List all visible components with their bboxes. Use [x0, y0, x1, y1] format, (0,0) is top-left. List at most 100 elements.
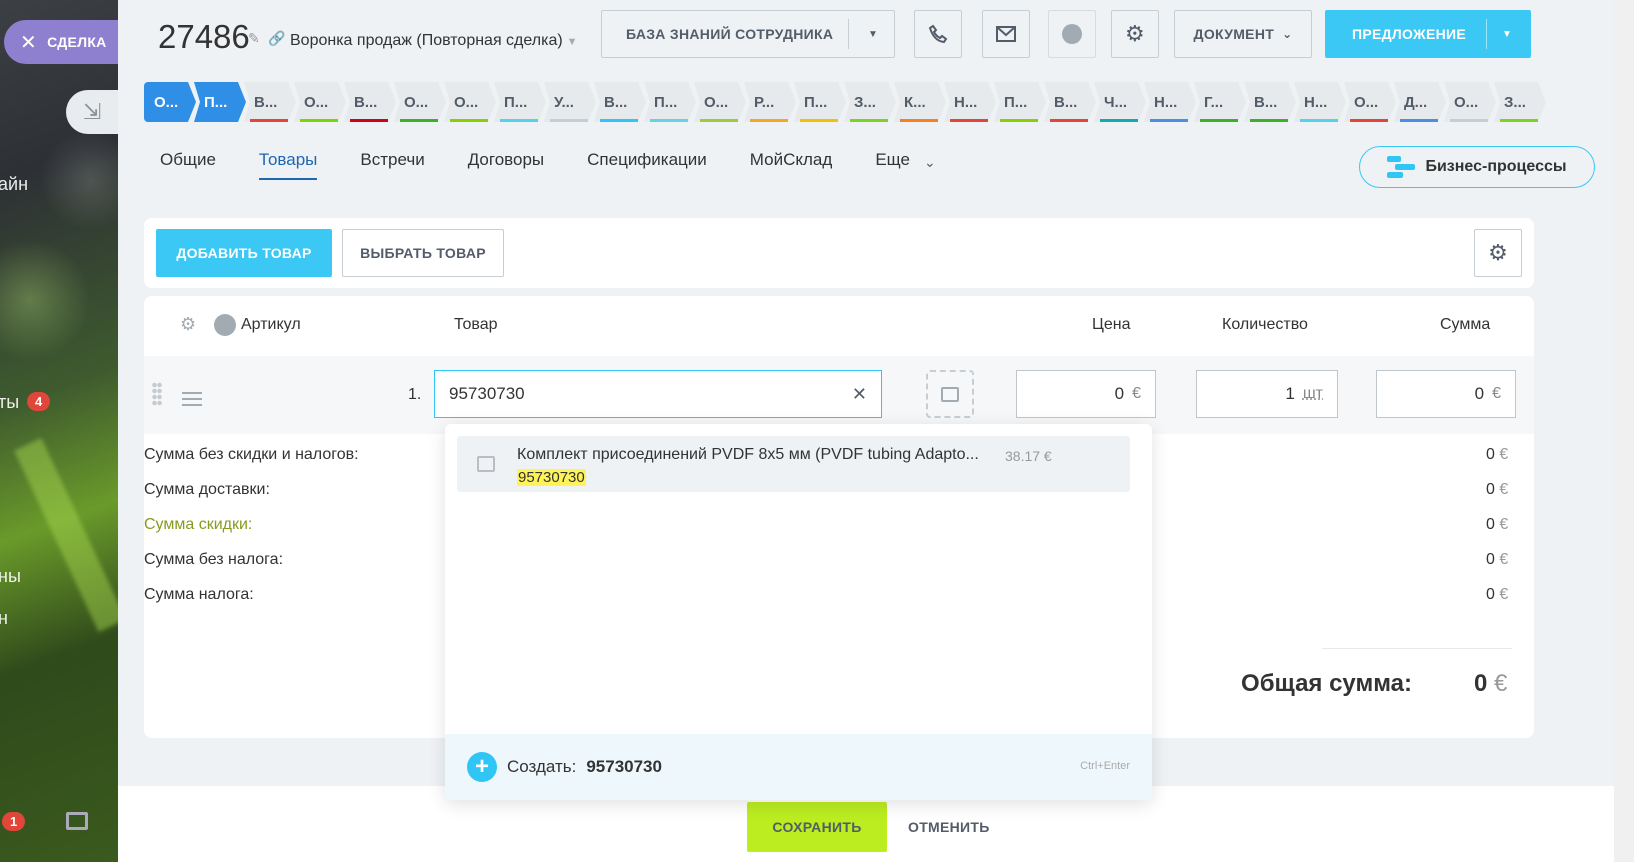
- cart-icon[interactable]: [214, 314, 236, 336]
- stage-color-bar: [1500, 119, 1538, 122]
- stage-item[interactable]: К...: [894, 82, 946, 122]
- column-settings-icon[interactable]: ⚙: [180, 314, 196, 335]
- total-value: 0 €: [1486, 446, 1509, 463]
- column-article[interactable]: Артикул: [241, 316, 301, 334]
- stage-label: З...: [1504, 93, 1526, 111]
- business-processes-button[interactable]: Бизнес-процессы: [1359, 146, 1595, 188]
- quantity-unit[interactable]: шт: [1303, 385, 1323, 403]
- stage-item[interactable]: Р...: [744, 82, 796, 122]
- stage-item[interactable]: В...: [1044, 82, 1096, 122]
- product-search-input[interactable]: 95730730 ✕: [434, 370, 882, 418]
- mail-button[interactable]: [982, 10, 1030, 58]
- add-product-button[interactable]: ДОБАВИТЬ ТОВАР: [156, 229, 332, 277]
- notification-badge[interactable]: 4: [27, 392, 51, 411]
- document-button[interactable]: ДОКУМЕНТ ⌄: [1174, 10, 1312, 58]
- chevron-down-icon[interactable]: ⌄: [924, 154, 936, 171]
- close-deal-button[interactable]: ✕ СДЕЛКА: [4, 20, 118, 64]
- suggestion-name: Комплект присоединений PVDF 8x5 мм (PVDF…: [517, 446, 979, 463]
- sum-input[interactable]: 0 €: [1376, 370, 1516, 418]
- stage-item[interactable]: П...: [494, 82, 546, 122]
- stage-color-bar: [850, 119, 888, 122]
- stage-color-bar: [750, 119, 788, 122]
- chevron-down-icon[interactable]: ▼: [868, 29, 878, 40]
- menu-icon[interactable]: [182, 392, 202, 410]
- stage-item[interactable]: П...: [794, 82, 846, 122]
- stage-color-bar: [1150, 119, 1188, 122]
- notification-badge-bottom[interactable]: 1: [2, 812, 26, 831]
- column-product: Товар: [454, 316, 498, 333]
- cancel-button[interactable]: ОТМЕНИТЬ: [908, 802, 990, 852]
- product-toolbar: ДОБАВИТЬ ТОВАР ВЫБРАТЬ ТОВАР ⚙: [144, 218, 1534, 288]
- stage-item[interactable]: З...: [844, 82, 896, 122]
- tab-item[interactable]: Товары: [258, 150, 318, 180]
- stage-item[interactable]: Н...: [944, 82, 996, 122]
- stage-item[interactable]: О...: [1444, 82, 1496, 122]
- stage-label: В...: [1254, 93, 1278, 111]
- stage-color-bar: [950, 119, 988, 122]
- stage-item[interactable]: О...: [294, 82, 346, 122]
- stage-item[interactable]: О...: [1344, 82, 1396, 122]
- stage-color-bar: [1250, 119, 1288, 122]
- save-button[interactable]: СОХРАНИТЬ: [747, 802, 887, 852]
- column-price: Цена: [1092, 316, 1131, 333]
- stage-item[interactable]: П...: [644, 82, 696, 122]
- chevron-down-icon[interactable]: ▼: [1502, 29, 1512, 40]
- knowledge-base-button[interactable]: БАЗА ЗНАНИЙ СОТРУДНИКА ▼: [601, 10, 895, 58]
- collapse-icon[interactable]: ⇲: [66, 90, 118, 134]
- stage-item[interactable]: О...: [144, 82, 196, 122]
- stage-item[interactable]: Г...: [1194, 82, 1246, 122]
- tab-item[interactable]: Спецификации: [587, 150, 707, 180]
- scrollbar[interactable]: [1614, 0, 1634, 862]
- stage-item[interactable]: В...: [1244, 82, 1296, 122]
- tab-item[interactable]: Общие: [160, 150, 216, 180]
- table-settings-button[interactable]: ⚙: [1474, 229, 1522, 277]
- stage-item[interactable]: У...: [544, 82, 596, 122]
- business-process-icon: [1387, 156, 1416, 178]
- product-suggestions-dropdown: Комплект присоединений PVDF 8x5 мм (PVDF…: [445, 424, 1152, 800]
- deal-id: 27486: [158, 18, 250, 55]
- link-icon[interactable]: 🔗: [268, 30, 285, 47]
- select-product-label: ВЫБРАТЬ ТОВАР: [360, 245, 486, 261]
- stage-color-bar: [400, 119, 438, 122]
- create-product-option[interactable]: + Создать: 95730730 Ctrl+Enter: [445, 734, 1152, 800]
- stage-item[interactable]: В...: [594, 82, 646, 122]
- print-icon[interactable]: [66, 812, 88, 830]
- suggestion-item[interactable]: Комплект присоединений PVDF 8x5 мм (PVDF…: [457, 436, 1130, 492]
- phone-icon: [928, 24, 948, 44]
- stage-item[interactable]: О...: [444, 82, 496, 122]
- deal-tabs: Общие Товары Встречи Договоры Спецификации Мо…: [160, 150, 910, 180]
- stage-item[interactable]: О...: [394, 82, 446, 122]
- price-input[interactable]: 0 €: [1016, 370, 1156, 418]
- proposal-button[interactable]: ПРЕДЛОЖЕНИЕ ▼: [1325, 10, 1531, 58]
- tab-item[interactable]: Договоры: [468, 150, 544, 180]
- clear-icon[interactable]: ✕: [852, 384, 867, 405]
- tab-item[interactable]: Встречи: [360, 150, 424, 180]
- stage-item[interactable]: П...: [994, 82, 1046, 122]
- phone-button[interactable]: [914, 10, 962, 58]
- stage-item[interactable]: Д...: [1394, 82, 1446, 122]
- stage-label: П...: [654, 93, 678, 111]
- bg-text-3: ны: [0, 566, 21, 586]
- pencil-icon[interactable]: ✎: [248, 30, 260, 47]
- stage-item[interactable]: П...: [194, 82, 246, 122]
- drag-handle-icon[interactable]: [152, 382, 162, 406]
- stage-item[interactable]: Н...: [1144, 82, 1196, 122]
- stage-item[interactable]: О...: [694, 82, 746, 122]
- chat-button[interactable]: [1048, 10, 1096, 58]
- quantity-input[interactable]: 1 шт: [1196, 370, 1338, 418]
- stage-item[interactable]: В...: [344, 82, 396, 122]
- product-image-upload[interactable]: [926, 370, 974, 418]
- stage-label: Н...: [1304, 93, 1328, 111]
- tab-item[interactable]: Еще: [875, 150, 910, 180]
- stage-item[interactable]: В...: [244, 82, 296, 122]
- stage-label: В...: [354, 93, 378, 111]
- stage-item[interactable]: З...: [1494, 82, 1546, 122]
- settings-button[interactable]: ⚙: [1111, 10, 1159, 58]
- funnel-selector[interactable]: Воронка продаж (Повторная сделка) ▼: [290, 32, 578, 50]
- tab-item[interactable]: МойСклад: [750, 150, 833, 180]
- stage-item[interactable]: Н...: [1294, 82, 1346, 122]
- bg-text-2: ты: [0, 392, 20, 412]
- select-product-button[interactable]: ВЫБРАТЬ ТОВАР: [342, 229, 504, 277]
- stage-bar: О... П... В... О... В... О... О... П... У... В...…: [146, 82, 1546, 122]
- stage-item[interactable]: Ч...: [1094, 82, 1146, 122]
